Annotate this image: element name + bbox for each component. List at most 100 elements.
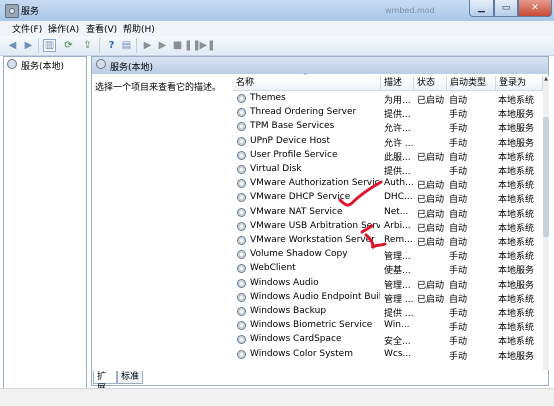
table-row[interactable]: VMware Authorization Service Auth... 已启动 自动… [233, 177, 543, 191]
services-header-icon [96, 59, 106, 69]
table-row[interactable]: VMware NAT Service Net... 已启动 自动 本地系统 [233, 206, 543, 220]
table-row[interactable]: WebClient 使基... 手动 本地服务 [233, 262, 543, 276]
table-row[interactable]: UPnP Device Host 允许 ... 手动 本地服务 [233, 135, 543, 149]
scroll-up-icon[interactable]: ▲ [543, 76, 549, 86]
table-row[interactable]: Themes 为用... 已启动 自动 本地系统 [233, 92, 543, 106]
menu-file[interactable]: 文件(F) [12, 22, 42, 35]
service-gear-icon [237, 108, 246, 118]
service-name: Virtual Disk [250, 164, 302, 174]
service-status: 已启动 [417, 152, 445, 163]
column-header-logon-as[interactable]: 登录为 [496, 76, 543, 91]
service-name: UPnP Device Host [250, 135, 330, 146]
forward-arrow-icon[interactable]: ▶ [22, 39, 35, 52]
menu-action[interactable]: 操作(A) [48, 22, 79, 35]
toolbar-separator [99, 38, 100, 53]
service-description: Wcs... [384, 348, 412, 359]
properties-icon[interactable]: ▤ [120, 39, 133, 52]
service-status: 已启动 [417, 96, 445, 106]
service-gear-icon [237, 349, 246, 359]
column-header-description[interactable]: 描述 [381, 76, 414, 91]
table-row[interactable]: VMware USB Arbitration Service Arbi... 已启动… [233, 220, 543, 234]
table-row[interactable]: TPM Base Services 允许... 手动 本地服务 [233, 120, 543, 134]
service-gear-icon [237, 136, 246, 146]
service-name: Windows Biometric Service [250, 320, 373, 331]
service-name: Windows Color System [250, 348, 353, 359]
service-description: 允许... [384, 124, 411, 135]
service-name: Volume Shadow Copy [250, 249, 348, 260]
table-row[interactable]: Windows Backup 提供 ... 手动 本地系统 [233, 305, 543, 319]
console-tree-pane [3, 56, 87, 396]
service-description: Auth... [384, 178, 414, 189]
scrollbar-thumb[interactable] [543, 117, 549, 237]
service-logon-as: 本地服务 [498, 124, 535, 135]
close-button[interactable]: ✕ [518, 0, 552, 17]
service-startup-type: 自动 [449, 195, 468, 206]
service-startup-type: 自动 [449, 223, 468, 234]
service-description: 提供... [384, 167, 411, 177]
service-name: TPM Base Services [250, 121, 335, 132]
service-startup-type: 手动 [449, 167, 468, 177]
column-header-status[interactable]: 状态 [414, 76, 447, 91]
service-name: User Profile Service [250, 149, 338, 160]
service-description: Net... [384, 206, 409, 217]
table-row[interactable]: Thread Ordering Server 提供... 手动 本地服务 [233, 106, 543, 120]
service-name: VMware Authorization Service [250, 178, 380, 189]
service-description: 管理... [384, 252, 411, 263]
tab-standard[interactable]: 标准 [117, 371, 143, 384]
column-header-startup-type[interactable]: 启动类型 [447, 76, 496, 91]
service-startup-type: 手动 [449, 124, 468, 135]
table-row[interactable]: VMware Workstation Server Rem... 已启动 自动 本地系统 [233, 234, 543, 248]
service-gear-icon [237, 150, 246, 160]
service-name: Windows Audio Endpoint Builder [250, 291, 380, 302]
back-arrow-icon[interactable]: ◀ [6, 39, 19, 52]
service-startup-type: 手动 [449, 337, 468, 348]
refresh-icon[interactable]: ⟳ [62, 39, 75, 52]
services-app-icon [5, 4, 19, 18]
minimize-button[interactable]: ▁ [469, 0, 494, 17]
tab-extended[interactable]: 扩展 [93, 371, 117, 394]
pause-icon[interactable]: ❚❚ [184, 39, 201, 52]
service-startup-type: 自动 [449, 152, 468, 163]
service-logon-as: 本地系统 [498, 238, 535, 248]
service-logon-as: 本地系统 [498, 223, 535, 234]
close-icon: ✕ [531, 3, 539, 13]
stop-icon[interactable]: ■ [171, 39, 184, 52]
service-name: Windows CardSpace [250, 334, 342, 345]
console-tree-icon[interactable]: ▥ [43, 39, 56, 52]
service-name: Themes [250, 93, 286, 103]
pane-header [92, 57, 548, 74]
help-icon[interactable]: ? [105, 39, 118, 52]
window-title: 服务 [21, 7, 40, 17]
service-description: Rem... [384, 235, 413, 245]
tree-node-services-local[interactable]: 服务(本地) [21, 59, 64, 72]
table-row[interactable]: Virtual Disk 提供... 手动 本地系统 [233, 163, 543, 177]
service-logon-as: 本地服务 [498, 351, 535, 362]
table-row[interactable]: VMware DHCP Service DHC... 已启动 自动 本地系统 [233, 191, 543, 205]
restart-icon[interactable]: ▶❚ [199, 39, 215, 52]
service-startup-type: 自动 [449, 280, 468, 291]
table-row[interactable]: Windows Audio 管理... 已启动 自动 本地服务 [233, 277, 543, 291]
maximize-button[interactable]: ▭ [494, 0, 518, 17]
menu-view[interactable]: 查看(V) [86, 22, 117, 35]
table-row[interactable]: Windows Color System Wcs... 手动 本地服务 [233, 348, 543, 362]
service-logon-as: 本地系统 [498, 195, 535, 206]
menu-help[interactable]: 帮助(H) [123, 22, 155, 35]
table-row[interactable]: Windows Biometric Service Win... 手动 本地系统 [233, 319, 543, 333]
service-logon-as: 本地系统 [498, 167, 535, 177]
service-gear-icon [237, 292, 246, 302]
table-row[interactable]: Volume Shadow Copy 管理... 手动 本地系统 [233, 248, 543, 262]
export-list-icon[interactable]: ⇪ [81, 39, 94, 52]
service-gear-icon [237, 94, 246, 103]
table-row[interactable]: Windows CardSpace 安全... 手动 本地系统 [233, 333, 543, 347]
service-description: 管理... [384, 280, 411, 291]
table-row[interactable]: User Profile Service 此服... 已启动 自动 本地系统 [233, 149, 543, 163]
service-gear-icon [237, 122, 246, 132]
table-row[interactable]: Windows Audio Endpoint Builder 管理 ...已启动自… [233, 291, 543, 305]
background-window-text: wmbed.mod [385, 6, 435, 15]
service-name: VMware Workstation Server [250, 235, 375, 245]
status-bar [0, 388, 554, 406]
play-icon[interactable]: ▶ [141, 39, 154, 52]
service-logon-as: 本地服务 [498, 138, 535, 149]
play-icon[interactable]: ▶ [156, 39, 169, 52]
service-status: 已启动 [417, 294, 445, 305]
